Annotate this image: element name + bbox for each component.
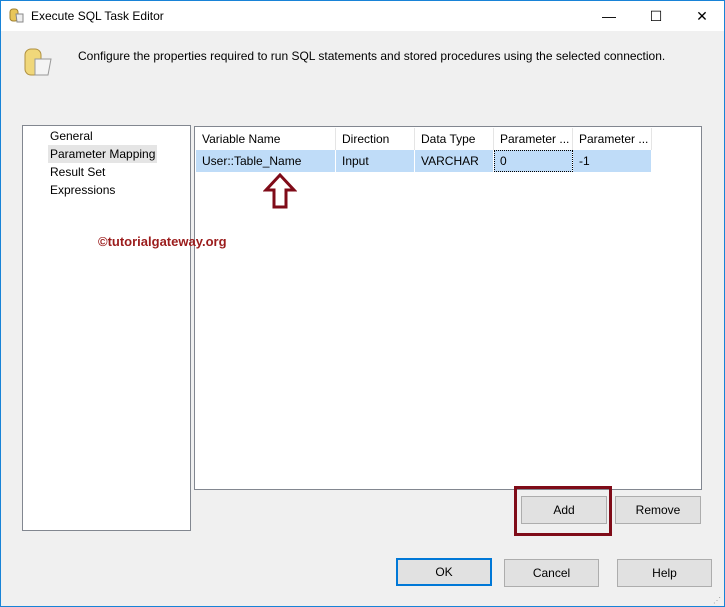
window-title: Execute SQL Task Editor: [31, 9, 164, 23]
close-button[interactable]: ✕: [679, 1, 725, 31]
maximize-button[interactable]: ☐: [633, 1, 679, 31]
nav-item-general[interactable]: General: [48, 127, 95, 145]
cell-variable-name[interactable]: User::Table_Name: [196, 150, 336, 172]
column-header-direction[interactable]: Direction: [336, 128, 415, 150]
cell-data-type[interactable]: VARCHAR: [415, 150, 494, 172]
column-header-parameter-name[interactable]: Parameter ...: [494, 128, 573, 150]
nav-panel: General Parameter Mapping Result Set Exp…: [22, 125, 191, 531]
add-button[interactable]: Add: [521, 496, 607, 524]
help-button[interactable]: Help: [617, 559, 712, 587]
column-header-data-type[interactable]: Data Type: [415, 128, 494, 150]
column-header-parameter-size[interactable]: Parameter ...: [573, 128, 652, 150]
cancel-button[interactable]: Cancel: [504, 559, 599, 587]
minimize-button[interactable]: —: [586, 1, 632, 31]
arrow-up-annotation-icon: [263, 173, 297, 209]
column-header-variable-name[interactable]: Variable Name: [196, 128, 336, 150]
watermark: ©tutorialgateway.org: [98, 234, 227, 249]
cell-parameter-size[interactable]: -1: [573, 150, 652, 172]
database-scroll-icon: [24, 48, 52, 76]
remove-button[interactable]: Remove: [615, 496, 701, 524]
cell-direction[interactable]: Input: [336, 150, 415, 172]
nav-item-expressions[interactable]: Expressions: [48, 181, 117, 199]
ok-button[interactable]: OK: [396, 558, 492, 586]
description-text: Configure the properties required to run…: [78, 49, 666, 63]
nav-item-parameter-mapping[interactable]: Parameter Mapping: [48, 145, 158, 163]
sql-task-icon: [9, 8, 24, 23]
nav-item-result-set[interactable]: Result Set: [48, 163, 107, 181]
resize-grip-icon[interactable]: ⋰: [713, 596, 723, 606]
cell-parameter-name[interactable]: 0: [494, 150, 573, 172]
title-bar: Execute SQL Task Editor — ☐ ✕: [1, 1, 724, 31]
